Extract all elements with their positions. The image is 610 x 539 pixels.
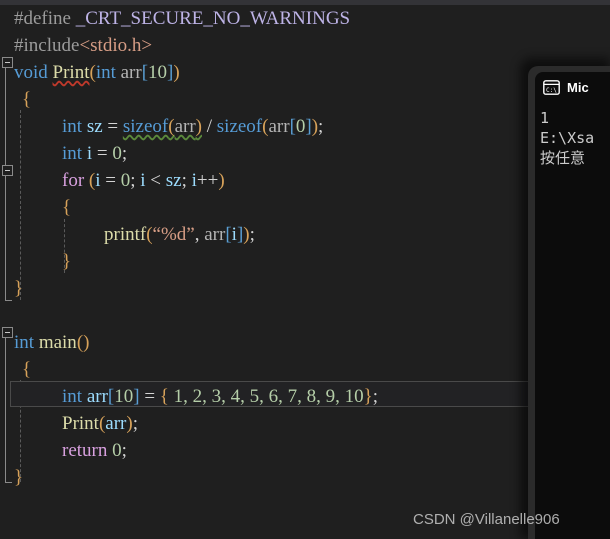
token-arg-arr-2: arr <box>268 116 290 137</box>
token-function-printf: printf <box>104 224 147 245</box>
console-output-line: 按任意 <box>540 149 586 167</box>
token-number-zero-i: 0 <box>112 143 122 164</box>
token-for-less-than: < <box>150 170 166 191</box>
token-number-zero-index: 0 <box>295 116 306 137</box>
console-title-bar[interactable]: C:\ Mic <box>535 72 610 102</box>
token-semicolon-9: ; <box>249 224 255 245</box>
token-init-brace-close: } <box>363 386 373 407</box>
token-keyword-return: return <box>62 440 108 461</box>
token-brace-open-print: { <box>22 89 32 110</box>
token-main-parens: () <box>76 332 90 353</box>
token-brace-open-for: { <box>62 197 72 218</box>
code-line-18[interactable]: } <box>14 464 23 491</box>
token-semicolon-5: ; <box>318 116 324 137</box>
token-format-string: “%d” <box>152 224 195 245</box>
code-line-1[interactable]: #define _CRT_SECURE_NO_WARNINGS <box>14 5 350 32</box>
screenshot-root: #define _CRT_SECURE_NO_WARNINGS #include… <box>0 0 610 539</box>
token-divide: / <box>201 116 217 137</box>
console-output-area[interactable]: 1 E:\Xsa 按任意 <box>535 102 610 539</box>
token-keyword-int: int <box>95 62 116 83</box>
token-for-init-zero: 0 <box>120 170 131 191</box>
token-init-brace-open: { <box>159 386 169 407</box>
token-sizeof-1: sizeof <box>122 116 169 137</box>
token-assign-i: = <box>96 143 113 164</box>
token-keyword-void: void <box>14 62 48 83</box>
code-line-14[interactable]: { <box>22 356 31 383</box>
code-line-6[interactable]: int i = 0; <box>62 140 127 167</box>
console-output-line: 1 <box>540 109 550 127</box>
token-brace-close-main: } <box>14 467 24 488</box>
token-array-values: 1, 2, 3, 4, 5, 6, 7, 8, 9, 10 <box>168 386 364 407</box>
code-line-7[interactable]: for (i = 0; i < sz; i++) <box>62 167 225 194</box>
token-call-print: Print <box>62 413 99 434</box>
token-for-increment: ++ <box>196 170 219 191</box>
code-line-17[interactable]: return 0; <box>62 437 127 464</box>
token-assign-arr: = <box>139 386 160 407</box>
code-line-11[interactable]: } <box>14 275 23 302</box>
code-editor[interactable]: #define _CRT_SECURE_NO_WARNINGS #include… <box>0 5 610 539</box>
console-window-icon: C:\ <box>543 79 560 95</box>
code-line-4[interactable]: { <box>22 86 31 113</box>
token-include-header: <stdio.h> <box>79 35 153 56</box>
token-var-i: i <box>82 143 97 164</box>
console-output-line: E:\Xsa <box>540 129 595 147</box>
token-comma-printf: , <box>194 224 205 245</box>
code-line-15[interactable]: int arr[10] = { 1, 2, 3, 4, 5, 6, 7, 8, … <box>62 383 378 410</box>
token-semicolon-15: ; <box>372 386 379 407</box>
token-for-semi-1: ; <box>130 170 141 191</box>
token-sizeof-2: sizeof <box>216 116 263 137</box>
token-paren-open-for: ( <box>84 170 96 191</box>
token-param-arr: arr <box>115 62 142 83</box>
token-var-arr: arr <box>82 386 108 407</box>
token-arg-arr-1: arr <box>174 116 196 137</box>
token-call-arg-arr: arr <box>105 413 127 434</box>
token-return-zero: 0 <box>107 440 122 461</box>
token-for-cond-i: i <box>140 170 151 191</box>
code-line-9[interactable]: printf(“%d”, arr[i]); <box>104 221 255 248</box>
code-line-10[interactable]: } <box>62 248 71 275</box>
token-for-assign: = <box>105 170 121 191</box>
token-brace-open-main: { <box>22 359 32 380</box>
code-line-5[interactable]: int sz = sizeof(arr) / sizeof(arr[0]); <box>62 113 323 140</box>
token-var-sz: sz <box>82 116 108 137</box>
code-line-16[interactable]: Print(arr); <box>62 410 138 437</box>
token-paren-close: ) <box>173 62 180 83</box>
token-brace-close-for: } <box>62 251 72 272</box>
code-line-3[interactable]: void Print(int arr[10]) <box>14 59 180 86</box>
token-keyword-int-i: int <box>62 143 83 164</box>
token-number-10: 10 <box>148 62 168 83</box>
token-include-directive: #include <box>14 35 80 56</box>
token-assign: = <box>107 116 123 137</box>
code-line-2[interactable]: #include<stdio.h> <box>14 32 152 59</box>
token-macro-name: _CRT_SECURE_NO_WARNINGS <box>75 8 351 29</box>
code-text-layer[interactable]: #define _CRT_SECURE_NO_WARNINGS #include… <box>0 5 610 539</box>
svg-text:C:\: C:\ <box>546 87 557 94</box>
code-line-13[interactable]: int main() <box>14 329 89 356</box>
token-brace-close-print: } <box>14 278 24 299</box>
token-printf-arr: arr <box>204 224 226 245</box>
token-define-directive: #define <box>14 8 71 29</box>
code-line-8[interactable]: { <box>62 194 71 221</box>
token-for-semi-2: ; <box>181 170 192 191</box>
csdn-watermark: CSDN @Villanelle906 <box>413 511 560 528</box>
token-keyword-int-sz: int <box>62 116 83 137</box>
token-for-cond-sz: sz <box>165 170 182 191</box>
token-semicolon-16: ; <box>132 413 138 434</box>
token-function-main: main <box>34 332 77 353</box>
token-for-init-i: i <box>95 170 106 191</box>
token-semicolon-6: ; <box>121 143 128 164</box>
token-paren-close-for: ) <box>218 170 225 191</box>
console-title-text: Mic <box>567 79 589 95</box>
token-arr-size-10: 10 <box>114 386 134 407</box>
token-function-print-decl: Print <box>52 62 90 83</box>
debug-console-window[interactable]: C:\ Mic 1 E:\Xsa 按任意 <box>528 66 610 539</box>
token-keyword-int-main: int <box>14 332 35 353</box>
token-semicolon-17: ; <box>121 440 127 461</box>
token-keyword-for: for <box>62 170 85 191</box>
token-keyword-int-arr: int <box>62 386 83 407</box>
